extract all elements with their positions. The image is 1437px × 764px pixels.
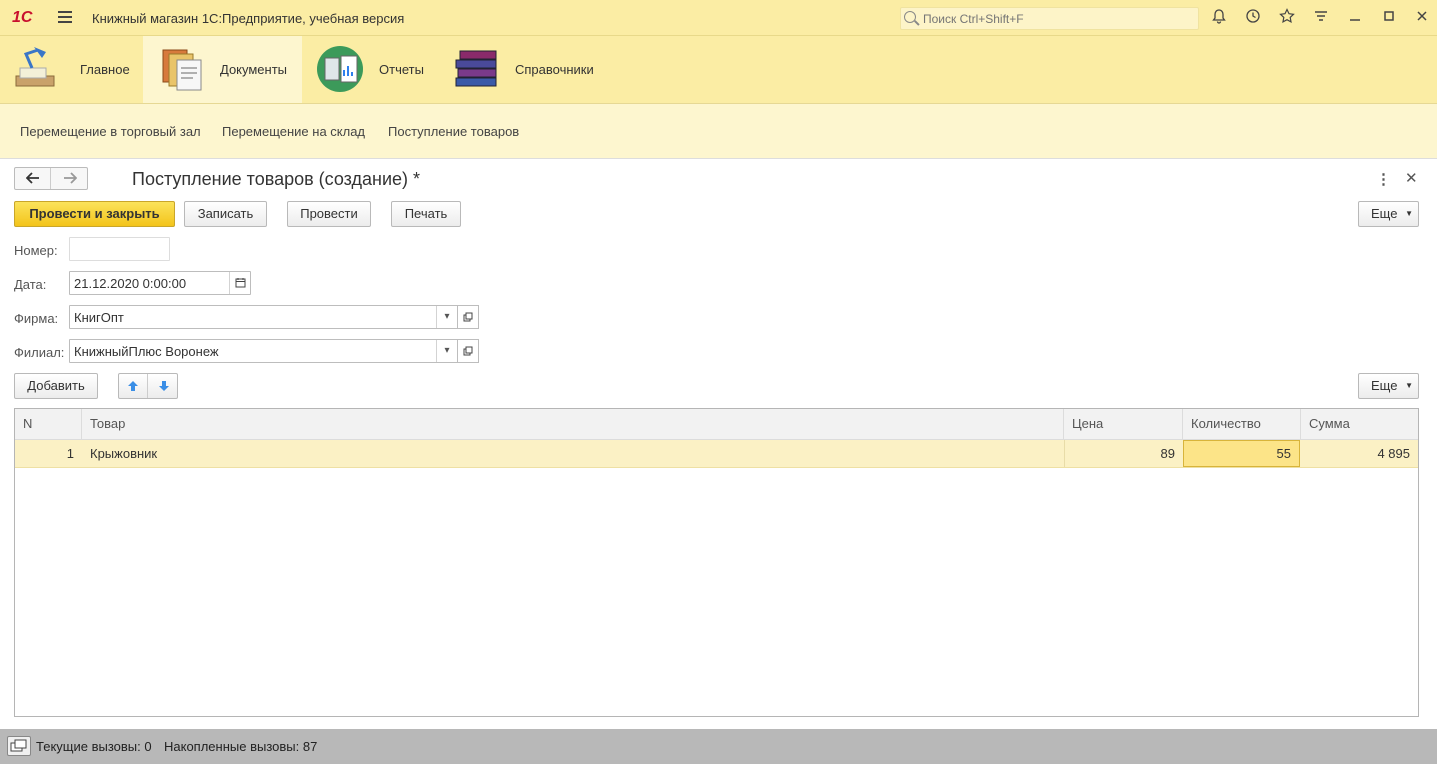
favorites-star-icon[interactable] bbox=[1277, 8, 1297, 28]
dropdown-arrow-icon: ▼ bbox=[1405, 381, 1413, 390]
section-label: Главное bbox=[80, 62, 130, 77]
table-row[interactable]: 1 Крыжовник 89 55 4 895 bbox=[15, 440, 1418, 468]
more-label: Еще bbox=[1371, 206, 1398, 221]
reports-icon bbox=[317, 46, 363, 92]
table-more-button[interactable]: Еще ▼ bbox=[1358, 373, 1419, 399]
cell-sum[interactable]: 4 895 bbox=[1301, 440, 1418, 467]
move-buttons bbox=[118, 373, 178, 399]
date-value: 21.12.2020 0:00:00 bbox=[74, 276, 187, 291]
chevron-down-icon[interactable]: ▾ bbox=[436, 340, 457, 362]
open-firm-icon[interactable] bbox=[457, 305, 479, 329]
desk-lamp-icon bbox=[15, 47, 55, 87]
col-n[interactable]: N bbox=[15, 409, 82, 440]
firm-value: КнигОпт bbox=[74, 310, 124, 325]
chevron-down-icon[interactable]: ▾ bbox=[436, 306, 457, 328]
search-input[interactable] bbox=[921, 10, 1191, 27]
close-window-icon[interactable] bbox=[1412, 8, 1432, 28]
col-product[interactable]: Товар bbox=[82, 409, 1064, 440]
firm-label: Фирма: bbox=[14, 311, 59, 326]
col-quantity[interactable]: Количество bbox=[1183, 409, 1301, 440]
section-label: Справочники bbox=[515, 62, 594, 77]
calendar-icon[interactable] bbox=[229, 272, 250, 294]
move-down-icon[interactable] bbox=[149, 374, 178, 398]
current-calls: Текущие вызовы: 0 bbox=[36, 739, 152, 754]
branch-value: КнижныйПлюс Воронеж bbox=[74, 344, 219, 359]
app-title: Книжный магазин 1С:Предприятие, учебная … bbox=[92, 11, 405, 26]
section-label: Отчеты bbox=[379, 62, 424, 77]
section-catalogs[interactable]: Справочники bbox=[434, 36, 614, 103]
form-title: Поступление товаров (создание) * bbox=[132, 169, 421, 189]
add-row-button[interactable]: Добавить bbox=[14, 373, 98, 399]
move-up-icon[interactable] bbox=[119, 374, 148, 398]
bell-icon[interactable] bbox=[1209, 8, 1229, 28]
main-menu-icon[interactable] bbox=[58, 11, 72, 23]
firm-field[interactable]: КнигОпт ▾ bbox=[69, 305, 458, 329]
minimize-icon[interactable] bbox=[1345, 8, 1365, 28]
form-close-icon[interactable]: ✕ bbox=[1405, 169, 1418, 187]
accumulated-calls: Накопленные вызовы: 87 bbox=[164, 739, 318, 754]
date-label: Дата: bbox=[14, 277, 47, 292]
books-icon bbox=[455, 50, 497, 87]
section-documents[interactable]: Документы bbox=[143, 36, 302, 103]
cell-n[interactable]: 1 bbox=[15, 440, 82, 467]
more-label: Еще bbox=[1371, 378, 1398, 393]
open-branch-icon[interactable] bbox=[457, 339, 479, 363]
number-label: Номер: bbox=[14, 243, 58, 258]
cell-product[interactable]: Крыжовник bbox=[82, 440, 1064, 467]
section-main[interactable]: Главное bbox=[0, 36, 142, 103]
goods-table[interactable]: N Товар Цена Количество Сумма 1 Крыжовни… bbox=[14, 408, 1419, 717]
section-reports[interactable]: Отчеты bbox=[303, 36, 433, 103]
back-arrow-icon[interactable] bbox=[15, 168, 51, 189]
dropdown-arrow-icon: ▼ bbox=[1405, 209, 1413, 218]
number-field[interactable] bbox=[69, 237, 170, 261]
col-price[interactable]: Цена bbox=[1064, 409, 1183, 440]
branch-field[interactable]: КнижныйПлюс Воронеж ▾ bbox=[69, 339, 458, 363]
date-field[interactable]: 21.12.2020 0:00:00 bbox=[69, 271, 251, 295]
forward-arrow-icon[interactable] bbox=[52, 168, 88, 189]
search-icon bbox=[904, 11, 916, 23]
cell-quantity[interactable]: 55 bbox=[1183, 440, 1300, 467]
search-box[interactable] bbox=[900, 7, 1199, 30]
cmd-move-to-hall[interactable]: Перемещение в торговый зал bbox=[20, 124, 201, 139]
section-label: Документы bbox=[220, 62, 288, 77]
print-button[interactable]: Печать bbox=[391, 201, 461, 227]
post-button[interactable]: Провести bbox=[287, 201, 371, 227]
commands-panel: Перемещение в торговый зал Перемещение н… bbox=[0, 104, 1437, 159]
documents-icon bbox=[162, 49, 202, 91]
cmd-move-to-warehouse[interactable]: Перемещение на склад bbox=[222, 124, 365, 139]
cell-price[interactable]: 89 bbox=[1064, 440, 1183, 467]
save-button[interactable]: Записать bbox=[184, 201, 267, 227]
post-and-close-button[interactable]: Провести и закрыть bbox=[14, 201, 175, 227]
sections-panel: Главное Документы Отчеты Справочники bbox=[0, 36, 1437, 104]
status-bar: Текущие вызовы: 0 Накопленные вызовы: 87 bbox=[0, 729, 1437, 764]
table-header: N Товар Цена Количество Сумма bbox=[15, 409, 1418, 440]
title-bar: 1С Книжный магазин 1С:Предприятие, учебн… bbox=[0, 0, 1437, 36]
settings-menu-icon[interactable] bbox=[1311, 8, 1331, 28]
maximize-icon[interactable] bbox=[1379, 8, 1399, 28]
cmd-goods-receipt[interactable]: Поступление товаров bbox=[388, 124, 519, 139]
col-sum[interactable]: Сумма bbox=[1301, 409, 1418, 440]
form-more-icon[interactable]: ⋮ bbox=[1376, 170, 1391, 188]
history-icon[interactable] bbox=[1243, 8, 1263, 28]
branch-label: Филиал: bbox=[14, 345, 65, 360]
navigation-buttons bbox=[14, 167, 88, 190]
app-logo[interactable]: 1С bbox=[12, 9, 32, 27]
more-button[interactable]: Еще ▼ bbox=[1358, 201, 1419, 227]
windows-icon[interactable] bbox=[7, 736, 31, 756]
